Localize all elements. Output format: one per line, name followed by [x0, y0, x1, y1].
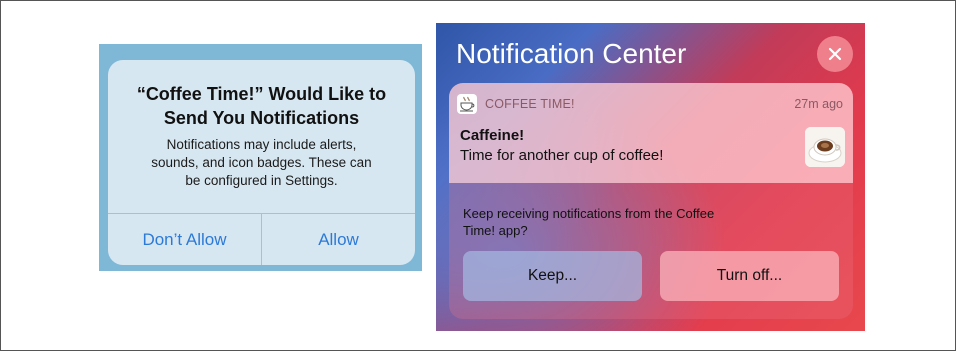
keep-button[interactable]: Keep... — [463, 251, 642, 301]
coffee-cup-icon — [457, 94, 477, 114]
notification-center: Notification Center COFFEE TIME! 27m ago… — [436, 23, 865, 331]
notification-title: Caffeine! — [460, 127, 525, 144]
alert-message-line: be configured in Settings. — [185, 173, 338, 188]
alert-title-line: Send You Notifications — [163, 108, 360, 128]
alert-message: Notifications may include alerts, sounds… — [126, 136, 397, 190]
notification-body: Time for another cup of coffee! — [460, 147, 664, 164]
keep-notifications-prompt: Keep receiving notifications from the Co… — [463, 205, 793, 239]
permission-alert-backdrop: “Coffee Time!” Would Like to Send You No… — [99, 44, 422, 271]
alert-title-line: “Coffee Time!” Would Like to — [136, 84, 387, 104]
notification-center-title: Notification Center — [456, 38, 687, 69]
allow-button[interactable]: Allow — [262, 214, 415, 265]
turn-off-button[interactable]: Turn off... — [660, 251, 839, 301]
close-button[interactable] — [817, 36, 853, 72]
permission-alert: “Coffee Time!” Would Like to Send You No… — [108, 60, 415, 265]
alert-message-line: sounds, and icon badges. These can — [151, 155, 372, 170]
notification-time: 27m ago — [794, 97, 843, 111]
notification-card[interactable]: COFFEE TIME! 27m ago Caffeine! Time for … — [449, 83, 853, 183]
prompt-line: Keep receiving notifications from the Co… — [463, 206, 715, 221]
prompt-line: Time! app? — [463, 223, 528, 238]
close-icon — [828, 47, 842, 61]
notification-app-name: COFFEE TIME! — [485, 97, 575, 111]
alert-title: “Coffee Time!” Would Like to Send You No… — [108, 82, 415, 130]
notification-actions-panel: Keep receiving notifications from the Co… — [449, 183, 853, 319]
alert-message-line: Notifications may include alerts, — [166, 137, 357, 152]
dont-allow-button[interactable]: Don’t Allow — [108, 214, 261, 265]
coffee-cup-thumbnail — [805, 127, 845, 167]
